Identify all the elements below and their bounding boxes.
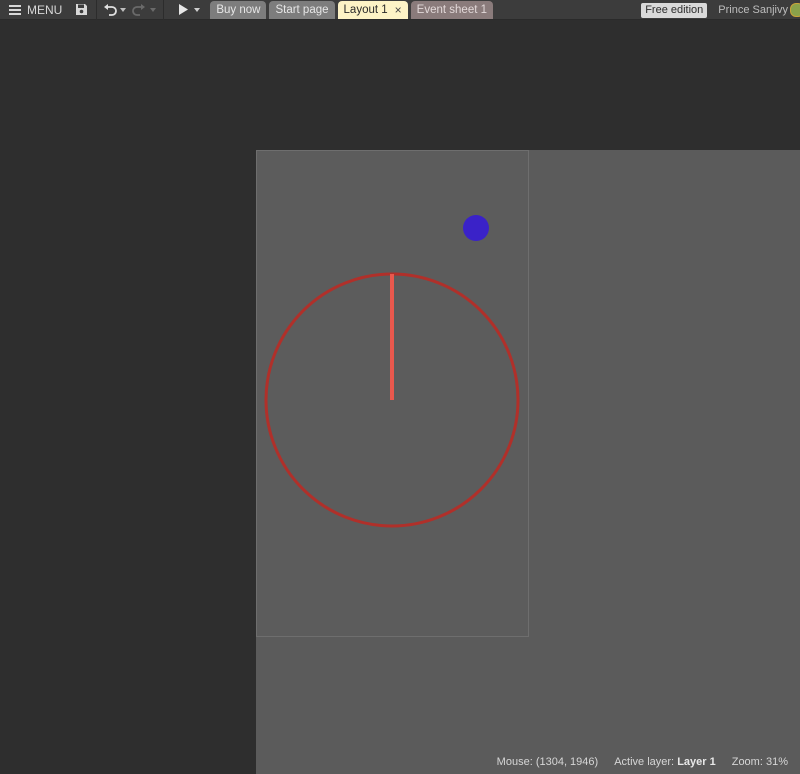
active-layer-label: Active layer: [614,756,675,768]
mouse-label: Mouse: [496,756,533,768]
mouse-value: (1304, 1946) [535,756,599,768]
tab-start-page[interactable]: Start page [269,0,335,19]
menu-button[interactable]: MENU [0,0,70,20]
undo-dropdown[interactable] [119,0,127,20]
tab-label: Start page [275,3,329,16]
layout-area[interactable] [256,150,529,637]
save-button[interactable] [70,0,92,20]
save-icon [75,4,87,15]
tab-layout-1[interactable]: Layout 1 × [337,0,408,19]
caret-down-icon [194,7,201,12]
tab-event-sheet-1[interactable]: Event sheet 1 [410,0,493,19]
zoom-label: Zoom: [731,756,763,768]
tab-label: Layout 1 [343,3,388,16]
toolbar-divider [163,0,165,20]
toolbar-divider [96,0,98,20]
active-layer-value: Layer 1 [677,756,716,768]
edition-badge[interactable]: Free edition [641,2,708,18]
mouse-position: Mouse: (1304, 1946) [497,756,599,768]
undo-button[interactable] [101,0,119,20]
play-icon [179,4,189,15]
top-toolbar: MENU Buy now Start page Layout 1 × Event… [0,0,800,20]
preview-dropdown[interactable] [192,0,202,20]
user-name[interactable]: Prince Sanjivy [718,4,788,16]
active-layer: Active layer: Layer 1 [614,756,716,768]
hamburger-icon [9,5,21,15]
tab-buy-now[interactable]: Buy now [210,0,267,19]
undo-icon [104,3,118,16]
caret-down-icon [120,7,127,12]
tab-label: Buy now [216,3,261,16]
redo-button[interactable] [129,0,149,20]
tab-label: Event sheet 1 [416,3,487,16]
menu-label: MENU [27,2,63,17]
close-icon[interactable]: × [395,3,402,17]
zoom-value: 31% [765,756,788,768]
caret-down-icon [150,7,157,12]
status-bar: Mouse: (1304, 1946) Active layer: Layer … [481,756,788,768]
zoom-level: Zoom: 31% [732,756,788,768]
account-area: Free edition Prince Sanjivy [641,0,800,20]
redo-icon [132,3,146,16]
avatar[interactable] [790,3,800,17]
redo-dropdown[interactable] [149,0,157,20]
preview-button[interactable] [174,0,192,20]
